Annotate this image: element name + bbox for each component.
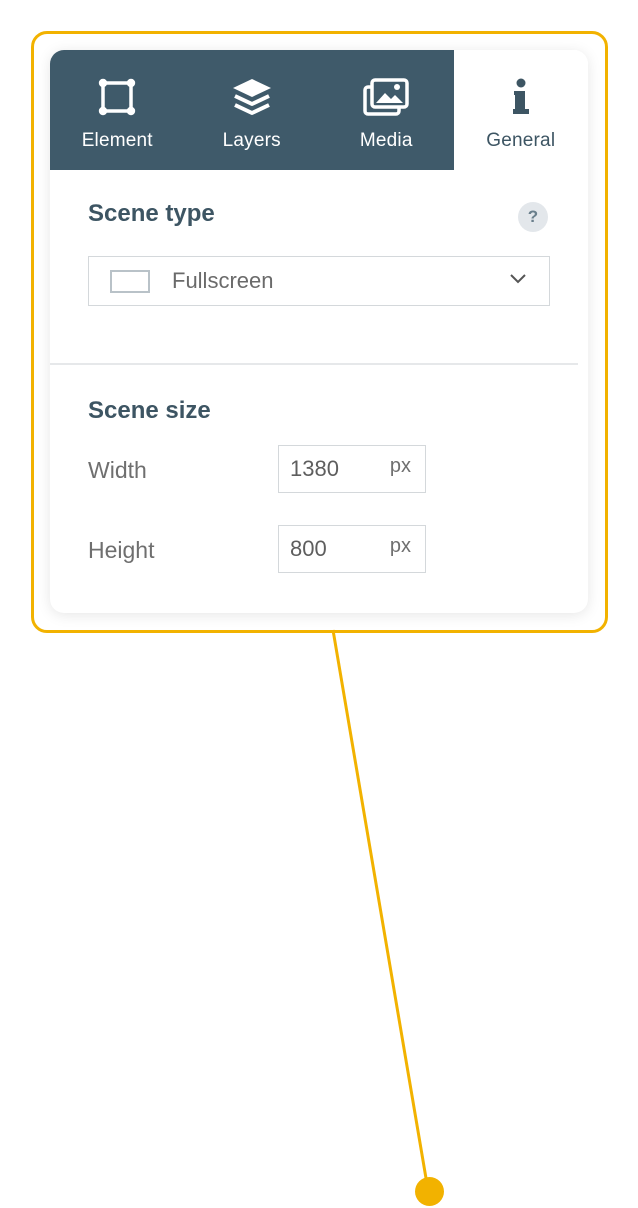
fullscreen-icon (110, 269, 150, 293)
tab-media[interactable]: Media (319, 50, 454, 170)
width-unit: px (389, 455, 411, 477)
element-frame-icon (93, 78, 141, 116)
tab-label: General (486, 130, 556, 151)
height-field[interactable]: px (278, 525, 426, 573)
help-icon[interactable]: ? (518, 202, 548, 232)
info-icon (497, 78, 545, 116)
chevron-down-icon (509, 272, 527, 290)
height-unit: px (389, 535, 411, 557)
tab-layers[interactable]: Layers (184, 50, 319, 170)
width-label: Width (88, 456, 147, 483)
tab-element[interactable]: Element (50, 50, 185, 170)
callout-dot (415, 1177, 444, 1206)
tab-bar: Element Layers Media General (50, 50, 588, 170)
tab-label: Element (81, 130, 153, 151)
layers-icon (228, 78, 276, 116)
media-icon (362, 78, 410, 116)
scene-size-title: Scene size (88, 397, 211, 424)
tab-label: Layers (222, 130, 281, 151)
height-label: Height (88, 536, 155, 563)
scene-type-section: Scene type ? Fullscreen (50, 170, 588, 332)
width-field[interactable]: px (278, 445, 426, 493)
scene-type-dropdown[interactable]: Fullscreen (88, 256, 550, 306)
height-row: Height px (88, 525, 550, 575)
scene-size-section: Scene size Width px Height px (50, 365, 588, 575)
tab-label: Media (359, 130, 413, 151)
width-row: Width px (88, 445, 550, 495)
tab-general[interactable]: General (453, 50, 588, 170)
scene-type-title: Scene type (88, 200, 215, 227)
width-input[interactable] (290, 456, 380, 482)
height-input[interactable] (290, 536, 380, 562)
scene-type-selected: Fullscreen (172, 268, 274, 293)
settings-panel: Element Layers Media General Scene type … (50, 50, 588, 613)
